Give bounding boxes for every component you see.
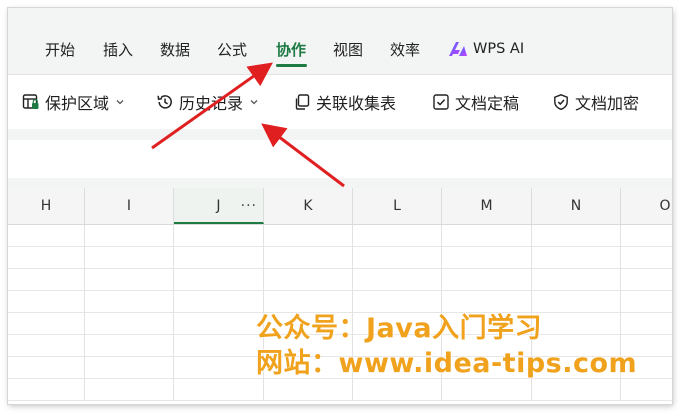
grid-cell[interactable] — [8, 225, 85, 247]
grid-cell[interactable] — [621, 313, 672, 335]
wps-ai-button[interactable]: WPS AI — [448, 40, 524, 58]
grid-cell[interactable] — [85, 247, 174, 269]
watermark-line-2: 网站：www.idea-tips.com — [256, 348, 638, 379]
tab-efficiency[interactable]: 效率 — [390, 41, 420, 59]
grid-cell[interactable] — [8, 379, 85, 401]
grid-cell[interactable] — [8, 269, 85, 291]
grid-cell[interactable] — [8, 247, 85, 269]
grid-cell[interactable] — [353, 225, 442, 247]
column-menu-icon[interactable]: ··· — [241, 188, 257, 224]
grid-cell[interactable] — [174, 335, 264, 357]
column-header-h[interactable]: H — [8, 188, 85, 224]
grid-cell[interactable] — [174, 291, 264, 313]
grid-cell[interactable] — [85, 335, 174, 357]
grid-cell[interactable] — [532, 247, 621, 269]
copy-link-icon — [295, 94, 310, 110]
tab-view[interactable]: 视图 — [333, 41, 363, 59]
finalize-check-icon — [433, 94, 449, 110]
protect-area-label: 保护区域 — [45, 94, 110, 113]
column-header-o[interactable]: O — [621, 188, 672, 224]
column-header-row: H I J ··· K L M N O — [8, 188, 672, 225]
app-window: 开始 插入 数据 公式 协作 视图 效率 WPS AI 保护区域 历史记录 关联… — [8, 8, 672, 404]
tab-collaborate[interactable]: 协作 — [276, 41, 306, 59]
column-header-n[interactable]: N — [532, 188, 621, 224]
grid-cell[interactable] — [174, 313, 264, 335]
grid-cell[interactable] — [85, 379, 174, 401]
grid-cell[interactable] — [174, 247, 264, 269]
column-header-l[interactable]: L — [353, 188, 442, 224]
shield-check-icon — [554, 94, 568, 111]
grid-cell[interactable] — [8, 313, 85, 335]
wps-ai-label: WPS AI — [473, 41, 525, 57]
column-header-j-label: J — [216, 198, 221, 214]
grid-cell[interactable] — [621, 379, 672, 401]
grid-cell[interactable] — [85, 357, 174, 379]
grid-cell[interactable] — [174, 357, 264, 379]
grid-cell[interactable] — [353, 269, 442, 291]
grid-cell[interactable] — [174, 379, 264, 401]
watermark-line-1: 公众号：Java入门学习 — [256, 313, 543, 344]
linked-forms-button[interactable]: 关联收集表 — [293, 91, 396, 113]
grid-cell[interactable] — [353, 379, 442, 401]
grid-cell[interactable] — [621, 247, 672, 269]
grid-cell[interactable] — [442, 225, 532, 247]
history-label: 历史记录 — [179, 94, 244, 113]
chevron-down-icon — [250, 100, 258, 105]
grid-cell[interactable] — [8, 291, 85, 313]
tab-data[interactable]: 数据 — [160, 41, 190, 59]
grid-cell[interactable] — [442, 269, 532, 291]
tab-formula[interactable]: 公式 — [217, 41, 247, 59]
grid-cell[interactable] — [532, 225, 621, 247]
history-button[interactable]: 历史记录 — [156, 91, 259, 113]
chevron-down-icon — [116, 100, 124, 105]
grid-cell[interactable] — [532, 379, 621, 401]
menu-bar: 开始 插入 数据 公式 协作 视图 效率 WPS AI — [8, 8, 672, 74]
grid-cell[interactable] — [532, 269, 621, 291]
grid-cell[interactable] — [621, 269, 672, 291]
history-icon — [157, 95, 172, 109]
grid-cell[interactable] — [85, 225, 174, 247]
grid-cell[interactable] — [264, 225, 353, 247]
grid-cell[interactable] — [174, 269, 264, 291]
grid-cell[interactable] — [85, 291, 174, 313]
grid-cell[interactable] — [174, 225, 264, 247]
grid-cell[interactable] — [621, 291, 672, 313]
grid-cell[interactable] — [442, 379, 532, 401]
linked-forms-label: 关联收集表 — [316, 94, 397, 113]
column-header-i[interactable]: I — [85, 188, 174, 224]
grid-cell[interactable] — [532, 291, 621, 313]
protect-area-button[interactable]: 保护区域 — [22, 91, 125, 113]
wps-ai-logo-icon — [449, 42, 467, 56]
encrypt-label: 文档加密 — [575, 94, 640, 113]
finalize-label: 文档定稿 — [455, 94, 520, 113]
grid-cell[interactable] — [264, 269, 353, 291]
grid-cell[interactable] — [532, 313, 621, 335]
column-header-k[interactable]: K — [264, 188, 353, 224]
collab-toolbar: 保护区域 历史记录 关联收集表 文档定稿 文档加密 — [8, 75, 672, 129]
grid-cell[interactable] — [8, 335, 85, 357]
formula-bar[interactable] — [8, 140, 672, 178]
finalize-button[interactable]: 文档定稿 — [432, 91, 519, 113]
column-header-m[interactable]: M — [442, 188, 532, 224]
active-tab-indicator — [276, 64, 307, 67]
grid-cell[interactable] — [353, 247, 442, 269]
grid-cell[interactable] — [8, 357, 85, 379]
grid-cell[interactable] — [442, 247, 532, 269]
grid-cell[interactable] — [264, 247, 353, 269]
protect-area-icon — [22, 94, 39, 109]
encrypt-button[interactable]: 文档加密 — [552, 91, 639, 113]
tab-start[interactable]: 开始 — [45, 41, 75, 59]
tab-insert[interactable]: 插入 — [103, 41, 133, 59]
grid-cell[interactable] — [264, 379, 353, 401]
grid-cell[interactable] — [85, 269, 174, 291]
grid-cell[interactable] — [621, 225, 672, 247]
column-header-j[interactable]: J ··· — [174, 188, 264, 224]
grid-cell[interactable] — [85, 313, 174, 335]
